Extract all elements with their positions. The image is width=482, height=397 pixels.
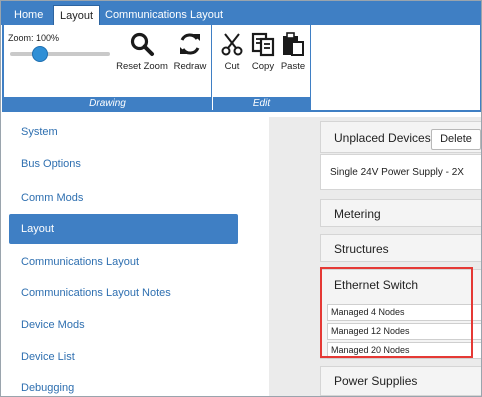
tab-layout[interactable]: Layout bbox=[53, 5, 101, 25]
sidebar-item-communications-layout[interactable]: Communications Layout bbox=[9, 247, 238, 277]
paste-button[interactable]: Paste bbox=[279, 31, 307, 72]
paste-label: Paste bbox=[280, 61, 306, 72]
zoom-slider-thumb[interactable] bbox=[32, 46, 48, 62]
list-item[interactable]: Managed 12 Nodes bbox=[327, 323, 481, 340]
tab-home[interactable]: Home bbox=[8, 5, 49, 25]
copy-icon bbox=[251, 32, 275, 57]
search-icon bbox=[130, 32, 154, 56]
device-panel: Unplaced Devices Delete Single 24V Power… bbox=[269, 117, 481, 396]
sidebar-item-communications-layout-notes[interactable]: Communications Layout Notes bbox=[9, 278, 238, 308]
list-item[interactable]: Managed 4 Nodes bbox=[327, 304, 481, 321]
section-metering[interactable]: Metering bbox=[320, 199, 481, 227]
ribbon-group-drawing: Zoom: 100% Reset Zoom Redraw Drawing bbox=[4, 25, 212, 110]
section-power-supplies-title: Power Supplies bbox=[334, 374, 418, 388]
scissors-icon bbox=[221, 33, 243, 56]
reset-zoom-label: Reset Zoom bbox=[116, 61, 168, 72]
ribbon-tab-strip: Home Layout Communications Layout bbox=[1, 1, 481, 25]
sidebar-item-layout[interactable]: Layout bbox=[9, 214, 238, 244]
section-metering-title: Metering bbox=[334, 207, 381, 221]
app-window: Home Layout Communications Layout Zoom: … bbox=[0, 0, 482, 397]
section-structures-title: Structures bbox=[334, 242, 389, 256]
zoom-slider[interactable] bbox=[10, 52, 110, 56]
zoom-label: Zoom: 100% bbox=[8, 33, 60, 43]
sidebar-item-comm-mods[interactable]: Comm Mods bbox=[9, 183, 238, 213]
unplaced-devices-list: Single 24V Power Supply - 2X bbox=[320, 154, 481, 190]
tab-communications-layout[interactable]: Communications Layout bbox=[99, 5, 229, 25]
ribbon: Zoom: 100% Reset Zoom Redraw Drawing Cut… bbox=[2, 25, 481, 112]
list-item[interactable]: Single 24V Power Supply - 2X bbox=[330, 167, 464, 178]
section-ethernet-switch: Ethernet Switch Managed 4 Nodes Managed … bbox=[320, 269, 481, 359]
sidebar-item-system[interactable]: System bbox=[9, 117, 238, 147]
sidebar-item-debugging[interactable]: Debugging bbox=[9, 373, 238, 396]
redraw-label: Redraw bbox=[173, 61, 207, 72]
list-item[interactable]: Managed 20 Nodes bbox=[327, 342, 481, 359]
unplaced-devices-title: Unplaced Devices bbox=[334, 131, 431, 145]
section-ethernet-switch-title[interactable]: Ethernet Switch bbox=[321, 278, 418, 292]
cut-label: Cut bbox=[224, 61, 240, 72]
edit-group-label: Edit bbox=[213, 97, 310, 110]
copy-button[interactable]: Copy bbox=[249, 31, 277, 72]
unplaced-devices-header: Unplaced Devices Delete bbox=[320, 121, 481, 153]
sidebar-nav: System Bus Options Comm Mods Layout Comm… bbox=[9, 117, 239, 396]
sidebar-item-bus-options[interactable]: Bus Options bbox=[9, 149, 238, 179]
sidebar-item-device-mods[interactable]: Device Mods bbox=[9, 310, 238, 340]
copy-label: Copy bbox=[251, 61, 275, 72]
section-structures[interactable]: Structures bbox=[320, 234, 481, 262]
redraw-icon bbox=[180, 33, 200, 55]
drawing-group-label: Drawing bbox=[4, 97, 211, 110]
section-power-supplies[interactable]: Power Supplies bbox=[320, 366, 481, 396]
paste-icon bbox=[283, 32, 304, 56]
sidebar-item-device-list[interactable]: Device List bbox=[9, 342, 238, 372]
ribbon-group-edit: Cut Copy Paste Edit bbox=[213, 25, 311, 110]
redraw-button[interactable]: Redraw bbox=[172, 31, 208, 72]
reset-zoom-button[interactable]: Reset Zoom bbox=[116, 31, 168, 72]
cut-button[interactable]: Cut bbox=[217, 31, 247, 72]
delete-button[interactable]: Delete bbox=[431, 129, 481, 150]
